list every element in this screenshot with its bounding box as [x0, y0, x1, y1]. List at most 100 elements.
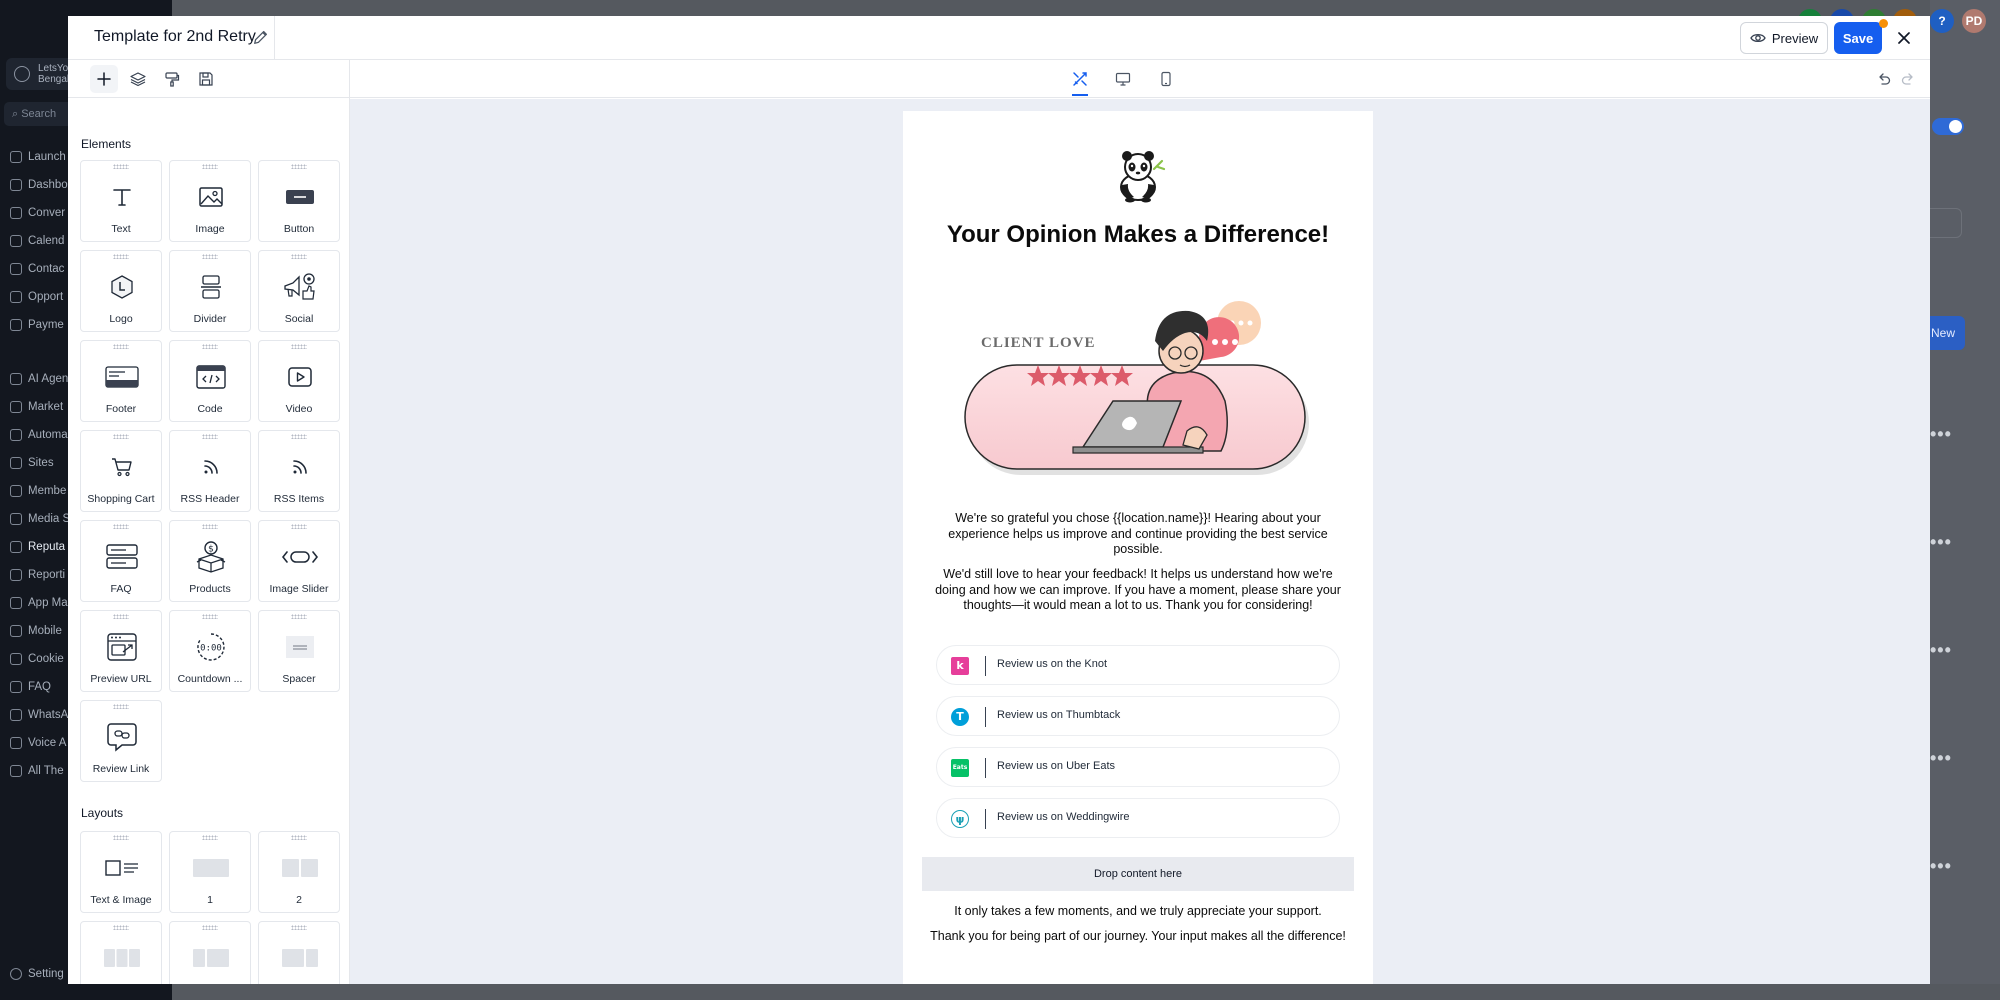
email-paragraph-1[interactable]: We're so grateful you chose {{location.n… — [935, 511, 1341, 558]
add-elements-tab[interactable] — [90, 65, 118, 93]
drag-handle-icon[interactable] — [113, 254, 129, 259]
mobile-view-tab[interactable] — [1152, 65, 1180, 93]
element-tile-button[interactable]: Button — [258, 160, 340, 242]
element-tile-shopping-cart[interactable]: Shopping Cart — [80, 430, 162, 512]
drag-handle-icon[interactable] — [291, 925, 307, 930]
element-tile-countdown[interactable]: 0:00 Countdown ... — [169, 610, 251, 692]
element-tile-label: Divider — [193, 313, 227, 325]
element-tile-rss-header[interactable]: RSS Header — [169, 430, 251, 512]
button-icon — [280, 181, 320, 213]
drag-handle-icon[interactable] — [202, 164, 218, 169]
element-tile-2-3-1-3[interactable]: 2/3 : 1/3 — [258, 921, 340, 984]
image-icon — [191, 181, 231, 213]
review-link-button[interactable]: ψ Review us on Weddingwire — [936, 798, 1340, 838]
drag-handle-icon[interactable] — [202, 614, 218, 619]
element-tile-image-slider[interactable]: Image Slider — [258, 520, 340, 602]
email-paragraph-2[interactable]: We'd still love to hear your feedback! I… — [935, 567, 1341, 614]
desktop-view-tab[interactable] — [1109, 65, 1137, 93]
sidebar-item-label: AI Agen — [28, 373, 69, 385]
drag-handle-icon[interactable] — [202, 344, 218, 349]
panda-logo-image[interactable] — [1110, 147, 1166, 203]
email-body: Your Opinion Makes a Difference! CLIENT … — [903, 111, 1373, 984]
bg-more-icon: ••• — [1930, 424, 1952, 444]
review-link-button[interactable]: k Review us on the Knot — [936, 645, 1340, 685]
element-tile-social[interactable]: Social — [258, 250, 340, 332]
drop-content-zone[interactable]: Drop content here — [922, 857, 1354, 891]
design-mode-tab[interactable] — [1066, 65, 1094, 93]
one-third-two-third-icon — [191, 942, 231, 974]
drag-handle-icon[interactable] — [202, 925, 218, 930]
element-tile-review-link[interactable]: Review Link — [80, 700, 162, 782]
drag-handle-icon[interactable] — [291, 254, 307, 259]
drag-handle-icon[interactable] — [291, 524, 307, 529]
drag-handle-icon[interactable] — [291, 835, 307, 840]
drag-handle-icon[interactable] — [113, 704, 129, 709]
sidebar-item: All The — [10, 765, 64, 777]
element-tile-label: Countdown ... — [177, 673, 243, 685]
layouts-section-title: Layouts — [81, 806, 124, 820]
save-button[interactable]: Save — [1834, 22, 1882, 54]
cart-icon — [102, 451, 142, 483]
background-toggle — [1932, 118, 1964, 135]
template-title: Template for 2nd Retry — [94, 28, 256, 45]
element-tile-2[interactable]: 2 — [258, 831, 340, 913]
element-tile-code[interactable]: Code — [169, 340, 251, 422]
element-tile-footer[interactable]: Footer — [80, 340, 162, 422]
drag-handle-icon[interactable] — [202, 434, 218, 439]
drag-handle-icon[interactable] — [113, 925, 129, 930]
drag-handle-icon[interactable] — [113, 614, 129, 619]
pencil-icon[interactable] — [252, 28, 270, 46]
drag-handle-icon[interactable] — [291, 344, 307, 349]
drag-handle-icon[interactable] — [291, 614, 307, 619]
drag-handle-icon[interactable] — [113, 164, 129, 169]
element-tile-3[interactable]: 3 — [80, 921, 162, 984]
sidebar-item-settings: Setting — [10, 968, 64, 980]
review-link-button[interactable]: Eats Review us on Uber Eats — [936, 747, 1340, 787]
drag-handle-icon[interactable] — [291, 164, 307, 169]
sidebar-item-icon — [10, 291, 22, 303]
element-tile-text[interactable]: Text — [80, 160, 162, 242]
help-label: ? — [1938, 14, 1946, 28]
email-footer-line-1[interactable]: It only takes a few moments, and we trul… — [913, 904, 1363, 920]
client-love-illustration[interactable]: CLIENT LOVE — [963, 301, 1313, 481]
element-tile-video[interactable]: Video — [258, 340, 340, 422]
drag-handle-icon[interactable] — [113, 835, 129, 840]
element-tile-rss-items[interactable]: RSS Items — [258, 430, 340, 512]
preview-label: Preview — [1771, 30, 1819, 46]
drag-handle-icon[interactable] — [113, 524, 129, 529]
email-heading[interactable]: Your Opinion Makes a Difference! — [903, 221, 1373, 248]
review-button-separator — [985, 707, 986, 727]
drag-handle-icon[interactable] — [202, 835, 218, 840]
drag-handle-icon[interactable] — [202, 254, 218, 259]
save-template-tab[interactable] — [192, 65, 220, 93]
preview-button[interactable]: Preview — [1740, 22, 1828, 54]
email-footer-line-2[interactable]: Thank you for being part of our journey.… — [913, 929, 1363, 945]
element-tile-preview-url[interactable]: Preview URL — [80, 610, 162, 692]
redo-button[interactable] — [1894, 65, 1922, 93]
divider-icon — [191, 271, 231, 303]
layers-tab[interactable] — [124, 65, 152, 93]
element-tile-faq[interactable]: FAQ — [80, 520, 162, 602]
review-link-button[interactable]: T Review us on Thumbtack — [936, 696, 1340, 736]
element-tile-1[interactable]: 1 — [169, 831, 251, 913]
drag-handle-icon[interactable] — [291, 434, 307, 439]
bg-more-icon: ••• — [1930, 748, 1952, 768]
element-tile-1-3-2-3[interactable]: 1/3 : 2/3 — [169, 921, 251, 984]
svg-text:0:00: 0:00 — [200, 644, 222, 654]
drag-handle-icon[interactable] — [113, 344, 129, 349]
sidebar-item: Launch — [10, 151, 66, 163]
builder-toolbar — [68, 60, 1930, 98]
element-tile-spacer[interactable]: Spacer — [258, 610, 340, 692]
modal-header: Template for 2nd Retry Preview Save — [68, 16, 1930, 60]
element-tile-logo[interactable]: Logo — [80, 250, 162, 332]
element-tile-text-image[interactable]: Text & Image — [80, 831, 162, 913]
drag-handle-icon[interactable] — [113, 434, 129, 439]
element-tile-divider[interactable]: Divider — [169, 250, 251, 332]
styles-tab[interactable] — [158, 65, 186, 93]
drag-handle-icon[interactable] — [202, 524, 218, 529]
close-icon[interactable] — [1894, 28, 1914, 48]
element-tile-products[interactable]: $ Products — [169, 520, 251, 602]
redo-icon — [1901, 73, 1913, 85]
floppy-icon — [199, 72, 213, 86]
element-tile-image[interactable]: Image — [169, 160, 251, 242]
